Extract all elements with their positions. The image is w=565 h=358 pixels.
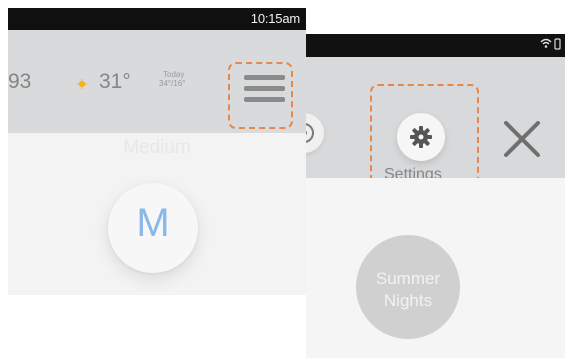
mode-button[interactable]: M — [108, 183, 198, 273]
program-button[interactable]: Summer Nights — [356, 235, 460, 339]
current-temperature: 31° — [99, 70, 131, 93]
status-icons — [540, 38, 561, 50]
menu-bar — [244, 86, 285, 91]
main-area: Medium M — [8, 133, 306, 295]
gear-icon — [410, 126, 432, 148]
menu-highlight — [228, 62, 293, 129]
mode-label: Medium — [123, 137, 191, 158]
menu-bar — [244, 75, 285, 80]
main-area: Summer Nights — [306, 178, 565, 358]
status-time: 10:15am — [250, 11, 300, 26]
partial-number: 93 — [8, 70, 32, 93]
battery-icon — [554, 38, 561, 50]
left-screen: 10:15am 93 31° Today 34°/16° Medium M — [8, 8, 306, 295]
settings-button[interactable] — [397, 113, 445, 161]
close-icon[interactable] — [500, 117, 544, 161]
menu-bar — [244, 97, 285, 102]
header-bar: 93 31° Today 34°/16° — [8, 30, 306, 133]
today-label: Today — [163, 70, 185, 79]
status-bar — [306, 34, 565, 57]
program-name-line1: Summer — [375, 269, 441, 288]
programs-button[interactable] — [306, 113, 324, 153]
today-range: 34°/16° — [159, 79, 186, 88]
programs-icon — [306, 123, 314, 143]
status-bar: 10:15am — [8, 8, 306, 30]
right-screen: rams Settings — [306, 34, 565, 358]
mode-letter: M — [136, 201, 170, 245]
sun-icon — [77, 79, 87, 89]
program-name: Summer Nights — [356, 268, 460, 312]
program-name-line2: Nights — [383, 291, 433, 310]
header-bar: rams Settings — [306, 57, 565, 194]
wifi-icon — [540, 38, 552, 48]
